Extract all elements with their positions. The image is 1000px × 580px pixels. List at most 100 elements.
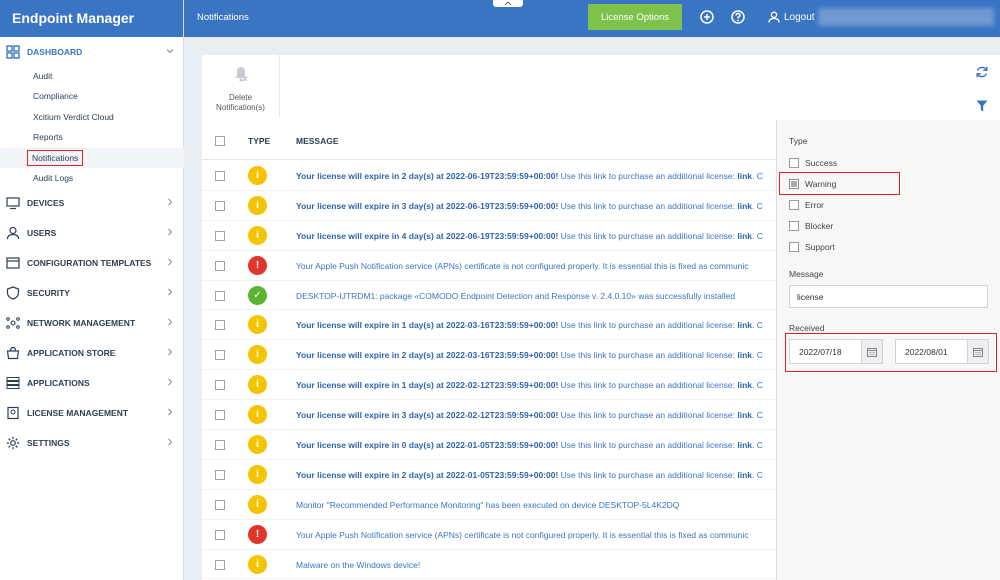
message-filter-input[interactable] [789, 285, 988, 308]
calendar-icon[interactable] [861, 340, 882, 363]
notification-message[interactable]: Your license will expire in 0 day(s) at … [296, 440, 776, 450]
filter-type-blocker-checkbox[interactable]: Blocker [789, 221, 833, 231]
purchase-link[interactable]: link [737, 171, 752, 181]
row-checkbox[interactable] [215, 380, 225, 391]
purchase-link[interactable]: link [737, 350, 752, 360]
filter-type-error-checkbox[interactable]: Error [789, 200, 824, 210]
notification-message[interactable]: Your license will expire in 4 day(s) at … [296, 231, 776, 241]
filter-type-support-checkbox[interactable]: Support [789, 242, 835, 252]
notification-message[interactable]: Your license will expire in 1 day(s) at … [296, 380, 776, 390]
message-tail: . C [752, 200, 763, 211]
notification-message[interactable]: Your Apple Push Notification service (AP… [296, 261, 776, 271]
purchase-link[interactable]: link [737, 201, 752, 211]
sidebar-item-compliance[interactable]: Compliance [0, 86, 183, 106]
notification-message[interactable]: Your license will expire in 2 day(s) at … [296, 470, 776, 480]
message-tail: . C [752, 350, 763, 361]
purchase-link[interactable]: link [737, 320, 752, 330]
refresh-icon[interactable] [975, 65, 989, 79]
filter-type-success-checkbox[interactable]: Success [789, 158, 837, 168]
message-text: Your Apple Push Notification service (AP… [296, 529, 749, 540]
purchase-link[interactable]: link [737, 470, 752, 480]
checkbox[interactable] [789, 200, 799, 210]
sidebar-section-settings[interactable]: SETTINGS [0, 428, 183, 458]
chevron-right-icon [168, 348, 173, 356]
message-text: Use this link to purchase an additional … [558, 410, 738, 421]
sidebar-item-notifications[interactable]: Notifications [0, 147, 184, 169]
checkbox[interactable] [789, 158, 799, 168]
notification-message[interactable]: Your license will expire in 3 day(s) at … [296, 410, 776, 420]
sidebar-section-applications[interactable]: APPLICATIONS [0, 368, 183, 398]
sidebar-section-application-store[interactable]: APPLICATION STORE [0, 338, 183, 368]
purchase-link[interactable]: link [737, 410, 752, 420]
date-to-field[interactable]: 2022/08/01 [895, 339, 989, 364]
logout-button[interactable]: Logout [768, 11, 815, 23]
notification-message[interactable]: DESKTOP-IJTRDM1: package «COMODO Endpoin… [296, 291, 776, 301]
row-checkbox[interactable] [215, 260, 225, 271]
column-header-type[interactable]: TYPE [248, 136, 270, 146]
sidebar-section-label: NETWORK MANAGEMENT [27, 318, 136, 329]
message-text: Malware on the Windows device! [296, 559, 421, 570]
row-checkbox[interactable] [215, 320, 225, 331]
checkbox[interactable] [789, 221, 799, 231]
notification-message[interactable]: Your license will expire in 2 day(s) at … [296, 350, 776, 360]
info-warning-icon: i [248, 494, 267, 514]
notification-message[interactable]: Your license will expire in 1 day(s) at … [296, 320, 776, 330]
calendar-icon[interactable] [967, 340, 988, 363]
help-icon[interactable] [731, 10, 745, 24]
message-tail: . C [752, 230, 763, 241]
row-checkbox[interactable] [215, 559, 225, 570]
delete-notifications-button[interactable]: Delete Notification(s) [202, 55, 280, 118]
chevron-up-icon [504, 1, 512, 6]
notification-message[interactable]: Your license will expire in 3 day(s) at … [296, 201, 776, 211]
row-checkbox[interactable] [215, 529, 225, 540]
sidebar-item-label: Compliance [33, 91, 78, 102]
message-bold: Your license will expire in 4 day(s) at … [296, 230, 559, 241]
notification-message[interactable]: Malware on the Windows device! [296, 560, 776, 570]
message-text: Your Apple Push Notification service (AP… [296, 260, 749, 271]
collapse-header-toggle[interactable] [493, 0, 523, 7]
checkbox[interactable] [789, 242, 799, 252]
sidebar-section-configuration-templates[interactable]: CONFIGURATION TEMPLATES [0, 248, 183, 278]
sidebar-section-license-management[interactable]: LICENSE MANAGEMENT [0, 398, 183, 428]
notification-message[interactable]: Your Apple Push Notification service (AP… [296, 530, 776, 540]
sidebar-section-dashboard[interactable]: DASHBOARD [0, 37, 183, 66]
row-checkbox[interactable] [215, 200, 225, 211]
row-checkbox[interactable] [215, 410, 225, 421]
notification-message[interactable]: Monitor "Recommended Performance Monitor… [296, 500, 776, 510]
sidebar-section-users[interactable]: USERS [0, 218, 183, 248]
info-warning-icon: i [248, 195, 267, 215]
filter-icon[interactable] [976, 100, 988, 112]
row-checkbox[interactable] [215, 230, 225, 241]
sidebar-section-label: APPLICATIONS [27, 378, 90, 389]
message-bold: Your license will expire in 0 day(s) at … [296, 440, 559, 451]
sidebar-item-reports[interactable]: Reports [0, 127, 183, 147]
sidebar-section-devices[interactable]: DEVICES [0, 188, 183, 218]
sidebar-item-audit[interactable]: Audit [0, 66, 183, 86]
notification-message[interactable]: Your license will expire in 2 day(s) at … [296, 171, 776, 181]
sidebar-item-audit-logs[interactable]: Audit Logs [0, 168, 183, 188]
license-options-button[interactable]: License Options [588, 4, 682, 30]
message-bold: Your license will expire in 1 day(s) at … [296, 320, 559, 331]
select-all-checkbox[interactable] [215, 135, 225, 146]
sidebar-section-security[interactable]: SECURITY [0, 278, 183, 308]
filter-message-label: Message [789, 269, 824, 279]
info-warning-icon: i [248, 405, 267, 425]
purchase-link[interactable]: link [737, 231, 752, 241]
sidebar-item-xcitium-verdict-cloud[interactable]: Xcitium Verdict Cloud [0, 107, 183, 127]
chevron-right-icon [168, 438, 173, 446]
sidebar-section-network-management[interactable]: NETWORK MANAGEMENT [0, 308, 183, 338]
row-checkbox[interactable] [215, 350, 225, 361]
add-notification-icon[interactable] [700, 10, 714, 24]
purchase-link[interactable]: link [737, 380, 752, 390]
purchase-link[interactable]: link [737, 440, 752, 450]
row-checkbox[interactable] [215, 440, 225, 451]
column-header-message[interactable]: MESSAGE [296, 136, 339, 146]
row-checkbox[interactable] [215, 499, 225, 510]
date-from-field[interactable]: 2022/07/18 [789, 339, 883, 364]
row-checkbox[interactable] [215, 469, 225, 480]
sidebar-section-label: SETTINGS [27, 438, 70, 449]
chevron-right-icon [168, 408, 173, 416]
row-checkbox[interactable] [215, 171, 225, 181]
row-checkbox[interactable] [215, 290, 225, 301]
info-warning-icon: i [248, 315, 267, 335]
